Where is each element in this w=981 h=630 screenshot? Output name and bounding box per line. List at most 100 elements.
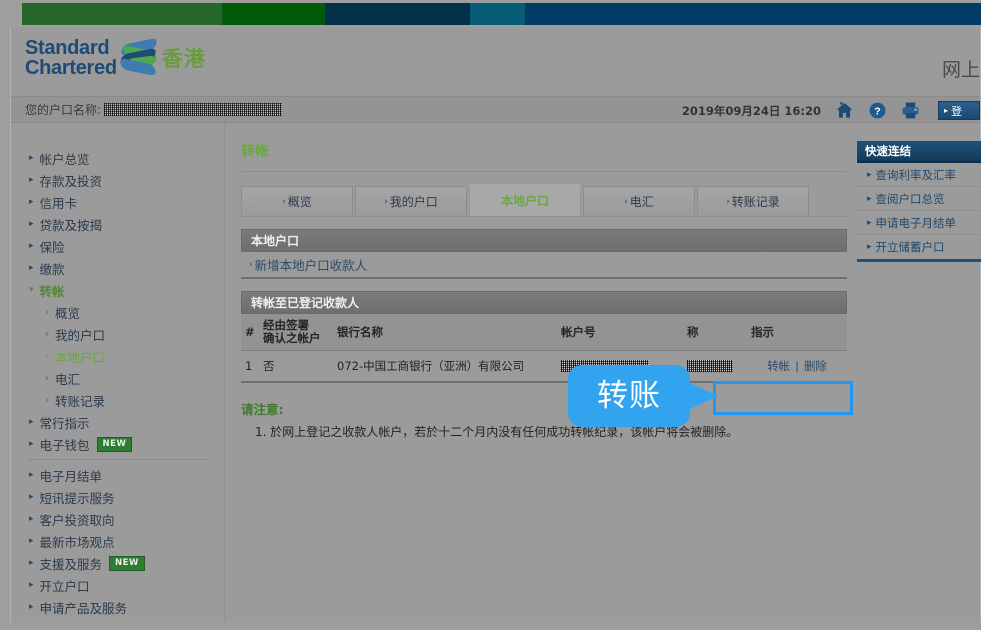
add-local-payee-link[interactable]: › 新增本地户口收款人 (241, 252, 847, 279)
tab-2[interactable]: 本地户口 (469, 183, 581, 216)
chevron-right-icon: ▸ (867, 169, 872, 180)
chevron-right-icon: ▸ (867, 242, 872, 252)
tab-label: 电汇 (629, 195, 654, 209)
tab-3[interactable]: › 电汇 (583, 186, 695, 216)
chevron-right-icon: › (726, 196, 730, 207)
sidebar-item-20[interactable]: ▸ 开立户口 (11, 574, 224, 596)
panel-registered-payees-heading: 转帐至已登记收款人 (241, 291, 847, 314)
quick-link-3[interactable]: ▸ 开立储蓄户口 (857, 235, 981, 259)
chevron-right-icon: ▸ (867, 193, 872, 204)
brand-strip-segment-3 (325, 3, 470, 25)
brand-region-label: 香港 (161, 47, 206, 71)
datetime-display: 2019年09月24日 16:20 (681, 103, 821, 118)
sidebar-item-label: 帐户总览 (39, 151, 90, 167)
chevron-right-icon: ▸ (29, 513, 34, 524)
sidebar-divider (28, 459, 210, 460)
page-title: 转帐 (241, 144, 269, 160)
sidebar-item-label: 信用卡 (39, 195, 78, 211)
sidebar-item-label: 我的户口 (55, 327, 106, 343)
delete-link[interactable]: 删除 (804, 359, 827, 373)
sidebar-item-6[interactable]: ▾ 转帐 (11, 279, 224, 301)
chevron-right-icon: ▸ (29, 438, 34, 449)
sidebar-item-label: 转帐 (39, 283, 65, 299)
sidebar-item-16[interactable]: ▸ 短讯提示服务 (11, 486, 224, 508)
sidebar-item-2[interactable]: ▸ 信用卡 (11, 191, 224, 213)
tab-0[interactable]: › 概览 (241, 186, 353, 216)
cell-instruction: 转帐 | 删除 (747, 350, 847, 383)
main-content: 转帐 › 概览 › 我的户口 本地户口 › 电汇 › 转账记录 本地户口 › 新增本地户口收款人 (226, 123, 857, 621)
brand-line2: Chartered (25, 57, 117, 79)
utility-bar: 您的户口名称: 2019年09月24日 16:20 ? ▸ 登 (11, 96, 980, 123)
sidebar-item-7[interactable]: › 概览 (11, 301, 224, 323)
sidebar-item-new-badge: NEW (109, 555, 145, 571)
quick-link-1[interactable]: ▸ 查阅户口总览 (857, 187, 981, 211)
notice-block: 请注意: 1. 於网上登记之收款人帐户，若於十二个月内没有任何成功转帐纪录，该帐… (241, 399, 847, 440)
chevron-right-icon: ▸ (29, 218, 34, 229)
chevron-right-icon: › (249, 259, 253, 270)
print-icon[interactable] (901, 101, 920, 120)
table-header: # 经由签署 确认之帐户 银行名称 帐户号 称 指示 (241, 314, 847, 351)
sidebar-item-12[interactable]: ▸ 常行指示 (11, 411, 224, 433)
tab-1[interactable]: › 我的户口 (355, 186, 467, 216)
chevron-right-icon: ▸ (29, 535, 34, 546)
chevron-right-icon: › (45, 372, 49, 384)
sidebar-item-label: 短讯提示服务 (39, 490, 115, 506)
sidebar-item-18[interactable]: ▸ 最新市场观点 (11, 530, 224, 552)
tab-label: 本地户口 (500, 193, 549, 208)
brand-color-strip (22, 3, 981, 25)
brand-strip-segment-2 (222, 3, 325, 25)
panel-local-account: 本地户口 › 新增本地户口收款人 (241, 229, 847, 279)
sidebar-item-new-badge: NEW (96, 436, 133, 452)
account-name-masked-value (104, 103, 283, 116)
quick-link-0[interactable]: ▸ 查询利率及汇率 (857, 163, 981, 187)
annotation-callout-label: 转账 (597, 378, 661, 414)
sidebar-item-13[interactable]: ▸ 电子钱包 NEW (11, 433, 224, 455)
title-divider (241, 171, 847, 172)
tab-bar: › 概览 › 我的户口 本地户口 › 电汇 › 转账记录 (241, 183, 847, 216)
sidebar-item-10[interactable]: › 电汇 (11, 367, 224, 389)
cell-bank: 072-中国工商银行（亚洲）有限公司 (333, 350, 557, 383)
tab-4[interactable]: › 转账记录 (697, 186, 809, 216)
quick-links-list: ▸ 查询利率及汇率 ▸ 查阅户口总览 ▸ 申请电子月结单 ▸ 开立储蓄户口 (857, 163, 981, 262)
sidebar-item-label: 存款及投资 (39, 173, 103, 189)
logout-button[interactable]: ▸ 登 (938, 101, 980, 120)
sidebar-item-label: 本地户口 (55, 349, 106, 365)
sidebar-item-8[interactable]: › 我的户口 (11, 323, 224, 345)
sidebar-item-19[interactable]: ▸ 支援及服务 NEW (11, 552, 224, 574)
sidebar-item-9[interactable]: › 本地户口 (11, 345, 224, 367)
sidebar-item-15[interactable]: ▸ 电子月结单 (11, 464, 224, 486)
col-header-bank: 银行名称 (333, 314, 557, 351)
help-icon[interactable]: ? (868, 101, 887, 120)
registered-payees-table: # 经由签署 确认之帐户 银行名称 帐户号 称 指示 1 否 072-中国工商银… (241, 314, 847, 383)
sidebar-item-4[interactable]: ▸ 保险 (11, 235, 224, 257)
annotation-callout-arrow-icon (686, 381, 718, 411)
add-local-payee-label: 新增本地户口收款人 (254, 258, 368, 273)
cell-signature: 否 (259, 350, 333, 383)
sidebar-item-0[interactable]: ▸ 帐户总览 (11, 147, 224, 169)
brand-logo[interactable]: Standard Chartered 香港 (25, 37, 206, 78)
home-icon[interactable] (835, 101, 854, 120)
logout-label: 登 (951, 104, 963, 118)
sidebar-item-label: 支援及服务 (39, 556, 103, 572)
chevron-right-icon: ▸ (29, 240, 34, 251)
masked-value (687, 360, 733, 372)
sidebar-item-label: 贷款及按揭 (39, 217, 103, 233)
chevron-right-icon: › (45, 394, 49, 406)
sidebar-item-17[interactable]: ▸ 客户投资取向 (11, 508, 224, 530)
chevron-down-icon: ▾ (29, 284, 34, 295)
quick-links-heading: 快速连结 (857, 141, 981, 163)
brand-wordmark: Standard Chartered (25, 38, 117, 78)
sidebar-item-1[interactable]: ▸ 存款及投资 (11, 169, 224, 191)
notice-item-1: 1. 於网上登记之收款人帐户，若於十二个月内没有任何成功转帐纪录，该帐户将会被删… (255, 425, 739, 439)
masthead-title: 网上 (941, 59, 980, 81)
sidebar-item-11[interactable]: › 转账记录 (11, 389, 224, 411)
sidebar-item-5[interactable]: ▸ 缴款 (11, 257, 224, 279)
sidebar-item-label: 最新市场观点 (39, 534, 115, 550)
transfer-link[interactable]: 转帐 (767, 359, 790, 373)
utility-bar-right: 2019年09月24日 16:20 ? ▸ 登 (682, 97, 980, 124)
quick-link-2[interactable]: ▸ 申请电子月结单 (857, 211, 981, 235)
sidebar-item-label: 电汇 (55, 371, 81, 387)
sidebar-item-3[interactable]: ▸ 贷款及按揭 (11, 213, 224, 235)
sidebar-item-21[interactable]: ▸ 申请产品及服务 (11, 596, 224, 618)
page-shell: Standard Chartered 香港 网上 您的户口名称: 2019年09… (10, 27, 981, 623)
